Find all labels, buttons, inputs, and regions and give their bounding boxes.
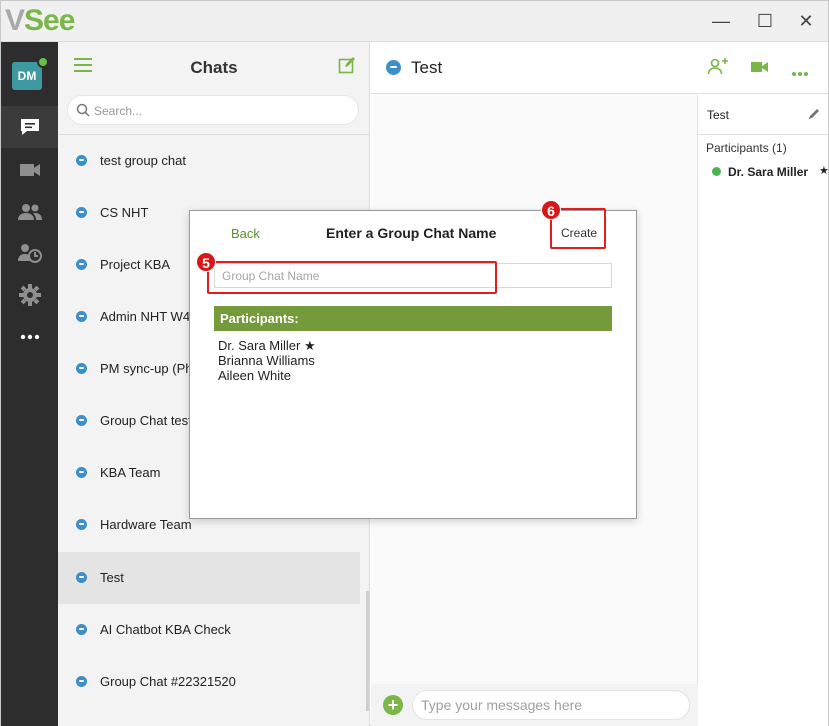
chat-list-item-label: AI Chatbot KBA Check xyxy=(100,622,231,637)
chat-list-item-label: test group chat xyxy=(100,153,186,168)
presence-indicator xyxy=(37,56,49,68)
chat-list-title: Chats xyxy=(190,58,238,77)
participants-header: Participants: xyxy=(214,306,612,331)
add-participant-button[interactable] xyxy=(707,58,729,79)
gear-icon xyxy=(18,284,41,306)
nav-rail: DM xyxy=(1,42,58,726)
video-icon xyxy=(751,62,768,72)
video-call-button[interactable] xyxy=(751,61,769,76)
group-chat-icon xyxy=(76,207,87,218)
nav-chats-button[interactable] xyxy=(1,106,58,148)
participants-panel: Test Participants (1) Dr. Sara Miller ★ xyxy=(698,95,828,726)
back-button[interactable]: Back xyxy=(231,226,260,241)
chat-list-item-label: Group Chat #22321520 xyxy=(100,674,236,689)
group-chat-icon xyxy=(76,259,87,270)
attach-button[interactable]: + xyxy=(383,695,403,715)
dialog-participant: Brianna Williams xyxy=(218,353,315,368)
nav-video-button[interactable] xyxy=(1,149,58,191)
chat-list-header: Chats xyxy=(58,42,370,94)
chat-list-item-label: Project KBA xyxy=(100,257,171,272)
more-options-button[interactable] xyxy=(791,65,809,80)
group-chat-icon xyxy=(76,415,87,426)
group-chat-icon xyxy=(76,519,87,530)
message-input[interactable] xyxy=(412,690,690,720)
group-chat-icon xyxy=(76,676,87,687)
chat-list-scrollbar[interactable] xyxy=(366,591,369,711)
chat-list-item-label: PM sync-up (Ph xyxy=(100,361,193,376)
edit-name-button[interactable] xyxy=(808,107,821,123)
chat-list-item-label: Test xyxy=(100,570,124,585)
group-chat-icon xyxy=(76,624,87,635)
group-chat-icon xyxy=(76,467,87,478)
more-icon xyxy=(20,334,39,340)
participant-name: Dr. Sara Miller xyxy=(728,165,809,179)
contacts-icon xyxy=(17,204,42,220)
chat-list-item[interactable]: test group chat xyxy=(58,135,360,187)
callout-number-6: 6 xyxy=(541,200,561,220)
pencil-icon xyxy=(809,109,819,119)
chat-list-item-selected[interactable]: Test xyxy=(58,552,360,604)
nav-more-button[interactable] xyxy=(1,316,58,358)
side-panel-divider xyxy=(698,134,828,135)
nav-settings-button[interactable] xyxy=(1,274,58,316)
chat-list-item-label: KBA Team xyxy=(100,465,161,480)
conversation-header: Test xyxy=(371,42,828,94)
chat-list-item[interactable]: Group Chat #22321520 xyxy=(58,656,360,708)
group-chat-icon xyxy=(76,572,87,583)
group-chat-name-dialog: Back Enter a Group Chat Name Create Part… xyxy=(189,210,637,519)
chat-list-item[interactable]: AI Chatbot KBA Check xyxy=(58,604,360,656)
chat-list-item-label: Hardware Team xyxy=(100,517,192,532)
title-bar: VSee — ☐ ✕ xyxy=(1,1,828,42)
maximize-button[interactable]: ☐ xyxy=(751,9,779,33)
close-button[interactable]: ✕ xyxy=(792,9,820,33)
group-chat-icon xyxy=(76,311,87,322)
video-icon xyxy=(19,164,40,176)
group-chat-icon xyxy=(76,155,87,166)
nav-contacts-button[interactable] xyxy=(1,191,58,233)
dialog-participant: Dr. Sara Miller ★ xyxy=(218,338,316,353)
conversation-title: Test xyxy=(411,58,443,77)
callout-box-name-field xyxy=(207,261,497,294)
online-status-dot xyxy=(712,167,721,176)
search-box xyxy=(67,95,359,125)
logo-see: See xyxy=(24,4,75,37)
more-icon xyxy=(792,72,808,76)
avatar[interactable]: DM xyxy=(12,62,42,90)
group-chat-icon xyxy=(76,363,87,374)
chat-list-item-label: Group Chat test xyxy=(100,413,192,428)
vsee-logo: VSee xyxy=(5,4,75,38)
host-star-icon: ★ xyxy=(819,165,828,177)
chat-list-item-label: CS NHT xyxy=(100,205,149,220)
vsee-window: VSee — ☐ ✕ DM Chats Search... test group… xyxy=(0,0,829,726)
participants-count: Participants (1) xyxy=(706,141,787,155)
group-chat-icon xyxy=(386,60,401,75)
participant-row[interactable]: Dr. Sara Miller ★ xyxy=(712,164,828,180)
history-icon xyxy=(17,244,42,263)
search-input[interactable] xyxy=(94,102,344,120)
chat-list-item-label: Admin NHT W4 xyxy=(100,309,191,324)
side-panel-title: Test xyxy=(707,108,730,122)
nav-history-button[interactable] xyxy=(1,232,58,274)
dialog-participant: Aileen White xyxy=(218,368,291,383)
callout-number-5: 5 xyxy=(196,252,216,272)
dialog-title: Enter a Group Chat Name xyxy=(326,225,497,241)
chat-icon xyxy=(20,119,39,135)
message-input-bar: + xyxy=(371,684,698,726)
logo-v: V xyxy=(5,4,25,37)
minimize-button[interactable]: — xyxy=(707,9,735,33)
search-icon xyxy=(76,103,90,117)
compose-icon xyxy=(338,57,355,74)
add-person-icon xyxy=(707,58,728,75)
compose-button[interactable] xyxy=(338,56,356,77)
